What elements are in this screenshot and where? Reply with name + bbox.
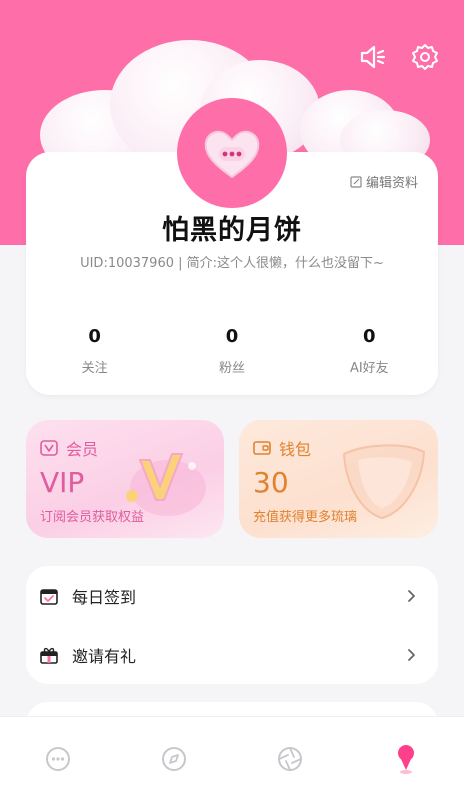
vip-icon: [40, 440, 58, 456]
stat-followers[interactable]: 0 粉丝: [163, 326, 300, 376]
stats-row: 0 关注 0 粉丝 0 AI好友: [26, 326, 438, 376]
chevron-right-icon: [408, 589, 415, 602]
wallet-title-label: 钱包: [279, 440, 312, 459]
speaker-icon[interactable]: [358, 42, 388, 72]
stat-label: AI好友: [349, 361, 389, 376]
calendar-icon: [40, 588, 58, 605]
nickname: 怕黑的月饼: [162, 215, 302, 246]
aperture-icon: [278, 746, 302, 771]
profile-pin-icon: [398, 744, 414, 774]
heart-chat-icon: [204, 130, 260, 179]
chevron-right-icon: [408, 648, 415, 661]
vip-card[interactable]: 会员 VIP 订阅会员获取权益: [26, 420, 224, 538]
chat-icon: [46, 746, 70, 771]
menu-item-label: 每日签到: [72, 587, 137, 607]
wallet-card-title: 钱包: [253, 436, 311, 460]
nav-discover[interactable]: [116, 717, 232, 800]
stat-value: 0: [363, 326, 376, 347]
bottom-nav: [0, 716, 464, 800]
vip-subtitle: 订阅会员获取权益: [40, 510, 145, 525]
stat-label: 关注: [81, 361, 108, 376]
wallet-card[interactable]: 钱包 30 充值获得更多琉璃: [239, 420, 438, 538]
vip-big-text: VIP: [40, 466, 85, 499]
edit-profile-link[interactable]: 编辑资料: [350, 172, 418, 191]
stat-following[interactable]: 0 关注: [26, 326, 163, 376]
stat-value: 0: [88, 326, 101, 347]
nav-explore[interactable]: [232, 717, 348, 800]
compass-icon: [162, 746, 186, 771]
edit-icon: [350, 175, 362, 188]
header-actions: [358, 42, 440, 72]
menu-item-label: 邀请有礼: [72, 646, 137, 666]
menu-item-daily-checkin[interactable]: 每日签到: [26, 566, 438, 625]
nav-profile[interactable]: [348, 717, 464, 800]
uid-bio-line: UID:10037960 | 简介:这个人很懒，什么也没留下~: [80, 256, 384, 271]
stat-value: 0: [225, 326, 239, 347]
stat-label: 粉丝: [218, 361, 245, 376]
menu-item-invite[interactable]: 邀请有礼: [26, 625, 438, 684]
wallet-balance: 30: [253, 466, 289, 499]
vip-title-label: 会员: [66, 440, 99, 459]
nav-messages[interactable]: [0, 717, 116, 800]
gear-icon[interactable]: [410, 42, 440, 72]
wallet-icon: [253, 441, 271, 455]
menu-card: 每日签到 邀请有礼: [26, 566, 438, 684]
avatar[interactable]: [177, 98, 287, 208]
wallet-subtitle: 充值获得更多琉璃: [253, 510, 358, 525]
stat-ai-friends[interactable]: 0 AI好友: [301, 326, 438, 376]
edit-profile-label: 编辑资料: [365, 176, 418, 191]
vip-card-title: 会员: [40, 436, 98, 460]
gift-icon: [40, 647, 58, 664]
